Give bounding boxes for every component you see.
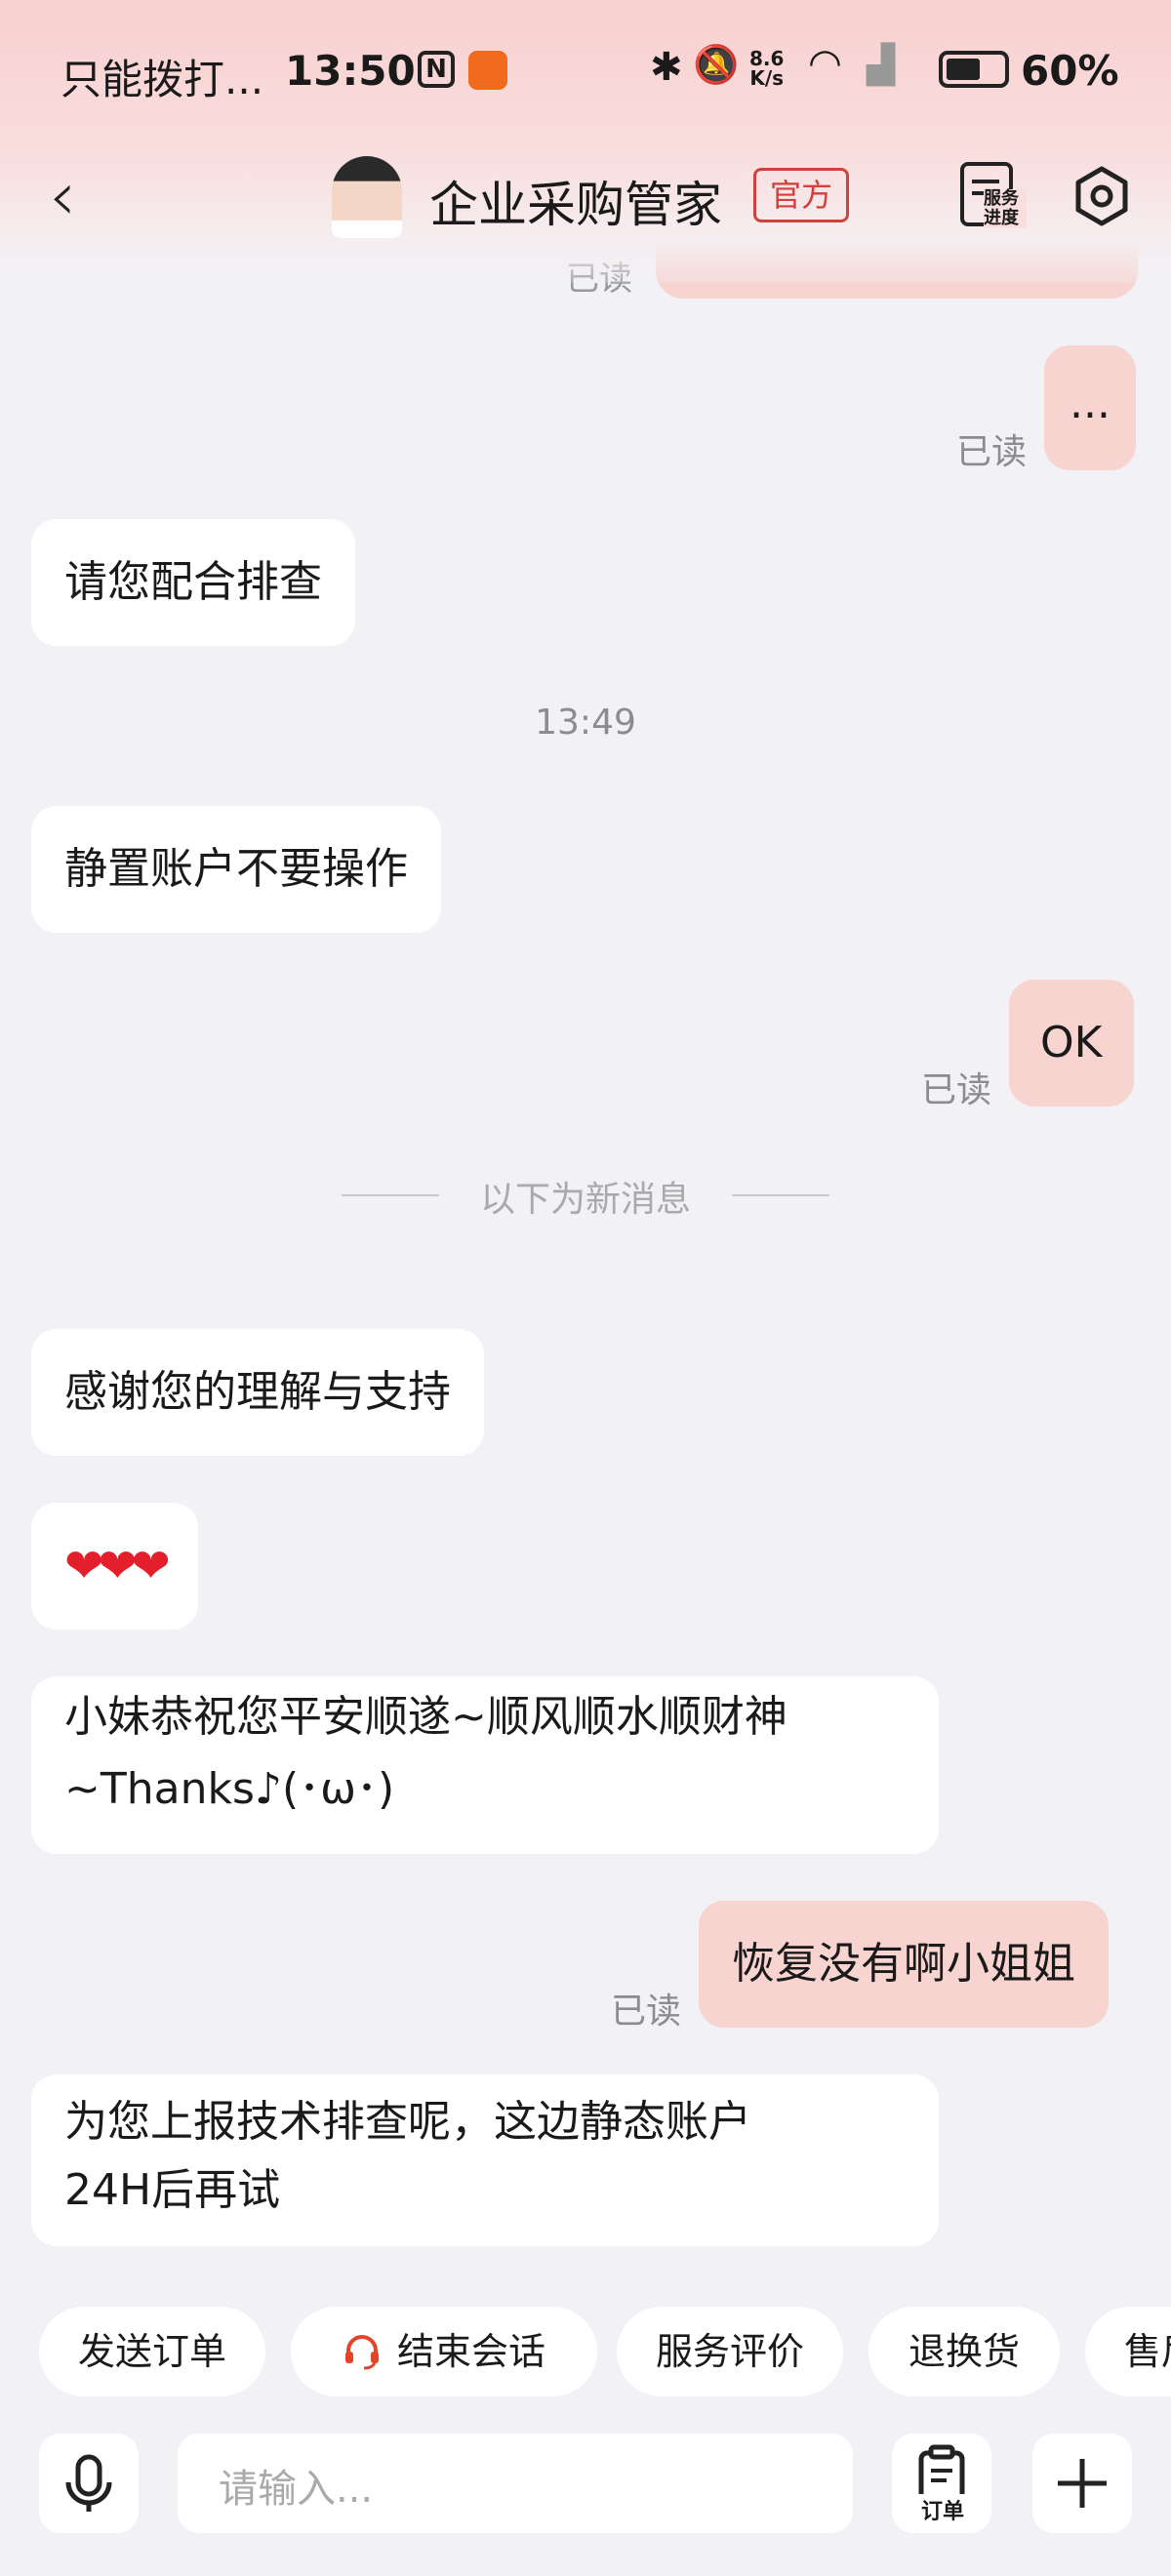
incoming-message[interactable]: 静置账户不要操作 xyxy=(31,806,441,933)
chat-header: ‹ 企业采购管家 官方 服务进度 xyxy=(0,146,1171,254)
settings-gear-icon[interactable] xyxy=(1071,166,1132,226)
message-text: OK xyxy=(1040,1018,1103,1067)
input-bar: 请输入... 订单 xyxy=(0,2430,1171,2547)
battery-percent: 60% xyxy=(1021,47,1119,95)
message-text: 恢复没有啊小姐姐 xyxy=(732,1939,1075,1989)
official-badge: 官方 xyxy=(753,168,850,222)
service-rating-chip[interactable]: 服务评价 xyxy=(617,2307,843,2396)
voice-button[interactable] xyxy=(39,2434,139,2533)
message-text: 小妹恭祝您平安顺遂~顺风顺水顺财神~Thanks♪(･ω･) xyxy=(64,1692,787,1814)
chip-label: 发送订单 xyxy=(77,2330,226,2373)
network-speed: 8.6 K/s xyxy=(749,47,785,90)
microphone-icon xyxy=(65,2454,112,2512)
outgoing-message[interactable]: 恢复没有啊小姐姐 xyxy=(699,1901,1109,2028)
message-text: ... xyxy=(1070,379,1110,428)
status-time: 13:50 xyxy=(285,47,416,95)
incoming-message[interactable]: 小妹恭祝您平安顺遂~顺风顺水顺财神~Thanks♪(･ω･) xyxy=(31,1676,939,1854)
plus-icon xyxy=(1058,2459,1107,2508)
read-receipt: 已读 xyxy=(921,1070,992,1110)
quick-actions: 发送订单 结束会话 服务评价 退换货 售后 xyxy=(0,2307,1171,2396)
order-label: 订单 xyxy=(917,2494,969,2525)
top-bar: 只能拨打... 13:50 N ✱ 🔕 8.6 K/s ◠ ▟ 60% ‹ 企业采… xyxy=(0,0,1171,283)
more-button[interactable] xyxy=(1032,2434,1132,2533)
outgoing-message[interactable]: ... xyxy=(1044,345,1136,470)
battery-icon xyxy=(939,51,1009,88)
message-input[interactable]: 请输入... xyxy=(178,2434,987,2533)
chip-label: 退换货 xyxy=(908,2330,1020,2373)
chip-label: 结束会话 xyxy=(396,2330,545,2373)
service-progress-button[interactable]: 服务进度 xyxy=(960,162,1027,232)
service-progress-label: 服务进度 xyxy=(984,189,1027,228)
after-sales-chip[interactable]: 售后 xyxy=(1085,2307,1171,2396)
timestamp: 13:49 xyxy=(535,703,636,743)
end-session-chip[interactable]: 结束会话 xyxy=(291,2307,597,2396)
incoming-message[interactable]: 为您上报技术排查呢，这边静态账户24H后再试 xyxy=(31,2074,939,2246)
message-text: 感谢您的理解与支持 xyxy=(64,1367,451,1417)
signal-icon: ▟ xyxy=(867,43,896,86)
outgoing-message[interactable]: OK xyxy=(1009,980,1134,1107)
bluetooth-icon: ✱ xyxy=(650,45,683,90)
incoming-message[interactable]: 请您配合排查 xyxy=(31,519,355,646)
carrier-label: 只能拨打... xyxy=(61,56,264,103)
headset-icon xyxy=(344,2335,379,2370)
message-text: 为您上报技术排查呢，这边静态账户24H后再试 xyxy=(64,2097,751,2215)
return-exchange-chip[interactable]: 退换货 xyxy=(868,2307,1060,2396)
message-text: 请您配合排查 xyxy=(64,557,322,607)
hearts-emoji: ❤❤❤ xyxy=(64,1539,171,1593)
new-messages-divider: 以下为新消息 xyxy=(342,1171,829,1220)
chip-label: 售后 xyxy=(1124,2330,1171,2373)
divider-label: 以下为新消息 xyxy=(479,1180,691,1220)
incoming-message[interactable]: 感谢您的理解与支持 xyxy=(31,1329,484,1456)
app-notification-icon xyxy=(468,51,507,90)
input-placeholder: 请输入... xyxy=(219,2467,374,2512)
read-receipt: 已读 xyxy=(611,1992,682,2032)
wifi-icon: ◠ xyxy=(808,41,842,86)
status-bar: 只能拨打... 13:50 N ✱ 🔕 8.6 K/s ◠ ▟ 60% xyxy=(0,39,1171,107)
order-button[interactable]: 订单 xyxy=(892,2434,991,2533)
read-receipt: 已读 xyxy=(956,432,1028,472)
agent-avatar[interactable] xyxy=(332,156,402,238)
nfc-icon: N xyxy=(418,51,455,88)
message-text: 静置账户不要操作 xyxy=(64,844,408,894)
chip-label: 服务评价 xyxy=(655,2330,804,2373)
mute-bell-icon: 🔕 xyxy=(693,43,740,86)
send-order-chip[interactable]: 发送订单 xyxy=(39,2307,265,2396)
chat-title: 企业采购管家 xyxy=(429,177,722,233)
incoming-message[interactable]: ❤❤❤ xyxy=(31,1503,198,1630)
back-icon[interactable]: ‹ xyxy=(49,162,76,230)
